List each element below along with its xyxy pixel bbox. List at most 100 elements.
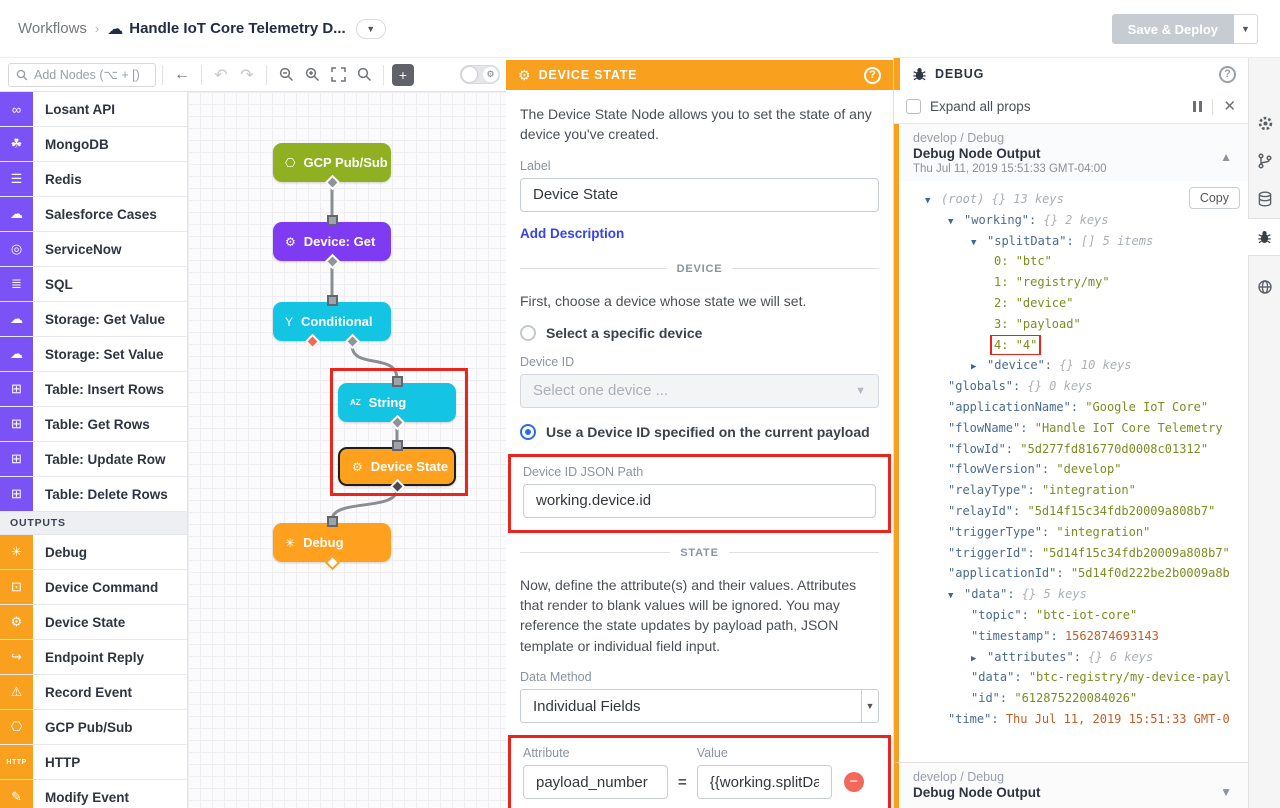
device-intro: First, choose a device whose state we wi… xyxy=(520,291,879,311)
help-icon[interactable]: ? xyxy=(1219,66,1236,83)
close-icon[interactable]: ✕ xyxy=(1223,99,1236,114)
data-method-label: Data Method xyxy=(520,670,879,684)
zoom-in-button[interactable] xyxy=(299,62,325,88)
redo-button[interactable]: ↷ xyxy=(234,62,260,88)
debug-controls-row: Expand all props ✕ xyxy=(894,90,1248,124)
bug-icon xyxy=(1257,230,1272,245)
breadcrumb-separator: › xyxy=(95,21,99,36)
device-id-json-path-input[interactable] xyxy=(523,484,876,518)
sidebar-item-table-update-row[interactable]: ⊞Table: Update Row xyxy=(0,442,187,477)
versions-tab[interactable] xyxy=(1249,142,1280,180)
input-port[interactable] xyxy=(392,440,403,451)
sql-icon: ≣ xyxy=(0,267,33,301)
debug-tab[interactable] xyxy=(1248,218,1280,256)
sidebar-item-servicenow[interactable]: ◎ServiceNow xyxy=(0,232,187,267)
sidebar-item-mongodb[interactable]: ☘MongoDB xyxy=(0,127,187,162)
sidebar-item-storage-set-value[interactable]: ☁Storage: Set Value xyxy=(0,337,187,372)
input-port[interactable] xyxy=(327,516,338,527)
sidebar-item-device-state[interactable]: ⚙Device State xyxy=(0,605,187,640)
json-tree-line[interactable]: ▼"splitData": [] 5 items xyxy=(899,231,1248,252)
save-deploy-button[interactable]: Save & Deploy xyxy=(1112,14,1234,44)
input-port[interactable] xyxy=(327,295,338,306)
expand-caret-icon[interactable]: ▼ xyxy=(1220,785,1232,799)
json-tree-line: "triggerId": "5d14f15c34fdb20009a808b7" xyxy=(899,543,1248,564)
expand-all-props-checkbox[interactable] xyxy=(906,99,921,114)
save-deploy-caret-button[interactable]: ▼ xyxy=(1234,14,1258,44)
expand-triangle-icon[interactable]: ▶ xyxy=(971,357,987,376)
value-label: Value xyxy=(697,746,832,760)
radio-selected-icon[interactable] xyxy=(520,424,536,440)
breadcrumb-workflows-link[interactable]: Workflows xyxy=(18,20,87,37)
collapse-triangle-icon[interactable]: ▼ xyxy=(925,191,941,210)
workflow-title: Handle IoT Core Telemetry D... xyxy=(129,20,345,37)
label-input[interactable] xyxy=(520,178,879,212)
sidebar-item-storage-get-value[interactable]: ☁Storage: Get Value xyxy=(0,302,187,337)
settings-tab[interactable] xyxy=(1249,104,1280,142)
sidebar-item-modify-event[interactable]: ✎Modify Event xyxy=(0,780,187,808)
json-tree-line[interactable]: ▼"working": {} 2 keys xyxy=(899,210,1248,231)
globe-tab[interactable] xyxy=(1249,268,1280,306)
workflow-menu-button[interactable]: ▼ xyxy=(356,19,386,39)
sidebar-item-table-delete-rows[interactable]: ⊞Table: Delete Rows xyxy=(0,477,187,512)
remove-attribute-button[interactable]: − xyxy=(844,772,864,792)
sidebar-item-redis[interactable]: ☰Redis xyxy=(0,162,187,197)
debug-mode-toggle[interactable]: ⚙ xyxy=(460,65,500,84)
search-icon xyxy=(16,69,28,81)
pause-icon[interactable] xyxy=(1193,101,1202,112)
json-tree-line: "topic": "btc-iot-core" xyxy=(899,605,1248,626)
zoom-out-button[interactable] xyxy=(273,62,299,88)
add-nodes-search-input[interactable]: Add Nodes (⌥ + [) xyxy=(8,63,156,87)
record-event-icon: ⚠ xyxy=(0,675,33,709)
sidebar-item-salesforce-cases[interactable]: ☁Salesforce Cases xyxy=(0,197,187,232)
input-port[interactable] xyxy=(327,215,338,226)
json-tree-line: "time": Thu Jul 11, 2019 15:51:33 GMT-0 xyxy=(899,709,1248,730)
device-section-divider: DEVICE xyxy=(520,263,879,275)
radio-device-id-payload[interactable]: Use a Device ID specified on the current… xyxy=(520,424,879,440)
sidebar-item-debug[interactable]: ✳Debug xyxy=(0,535,187,570)
debug-message-title: Debug Node Output xyxy=(913,146,1234,161)
json-tree-line[interactable]: ▶"attributes": {} 6 keys xyxy=(899,647,1248,668)
sidebar-item-record-event[interactable]: ⚠Record Event xyxy=(0,675,187,710)
collapse-triangle-icon[interactable]: ▼ xyxy=(948,212,964,231)
value-input[interactable] xyxy=(697,765,832,799)
connector-list: ∞Losant API☘MongoDB☰Redis☁Salesforce Cas… xyxy=(0,92,187,512)
sidebar-item-http[interactable]: HTTPHTTP xyxy=(0,745,187,780)
json-tree-line[interactable]: ▼"data": {} 5 keys xyxy=(899,584,1248,605)
storage-tab[interactable] xyxy=(1249,180,1280,218)
output-list: ✳Debug⊡Device Command⚙Device State↪Endpo… xyxy=(0,535,187,808)
undo-button[interactable]: ↶ xyxy=(208,62,234,88)
help-icon[interactable]: ? xyxy=(864,67,881,84)
workflow-canvas[interactable]: ⎔GCP Pub/Sub⚙Device: GetYConditionalAZSt… xyxy=(188,92,506,808)
find-node-button[interactable] xyxy=(351,62,377,88)
add-description-link[interactable]: Add Description xyxy=(520,226,624,241)
json-tree-line[interactable]: ▶"device": {} 10 keys xyxy=(899,355,1248,376)
sidebar-item-device-command[interactable]: ⊡Device Command xyxy=(0,570,187,605)
sidebar-item-label: Table: Get Rows xyxy=(33,407,150,441)
debug-message-collapsed[interactable]: develop / Debug Debug Node Output ▼ xyxy=(894,762,1248,808)
collapse-triangle-icon[interactable]: ▼ xyxy=(971,233,987,252)
radio-icon[interactable] xyxy=(520,325,536,341)
sidebar-item-label: Storage: Set Value xyxy=(33,337,164,371)
expand-triangle-icon[interactable]: ▶ xyxy=(971,649,987,668)
sidebar-item-sql[interactable]: ≣SQL xyxy=(0,267,187,302)
sidebar-item-endpoint-reply[interactable]: ↪Endpoint Reply xyxy=(0,640,187,675)
copy-button[interactable]: Copy xyxy=(1189,187,1240,209)
fit-to-screen-button[interactable] xyxy=(325,62,351,88)
sidebar-item-gcp-pub-sub[interactable]: ⎔GCP Pub/Sub xyxy=(0,710,187,745)
sidebar-item-losant-api[interactable]: ∞Losant API xyxy=(0,92,187,127)
sidebar-item-label: Device State xyxy=(33,605,125,639)
collapse-triangle-icon[interactable]: ▼ xyxy=(948,586,964,605)
data-method-select[interactable]: Individual Fields ▼ xyxy=(520,689,879,723)
attribute-input[interactable] xyxy=(523,765,668,799)
radio-select-specific-device[interactable]: Select a specific device xyxy=(520,325,879,341)
add-annotation-button[interactable]: + xyxy=(392,64,414,86)
debug-message-header[interactable]: develop / Debug Debug Node Output Thu Ju… xyxy=(899,124,1248,181)
sidebar-item-table-get-rows[interactable]: ⊞Table: Get Rows xyxy=(0,407,187,442)
collapse-palette-button[interactable]: ← xyxy=(169,62,195,88)
attribute-label: Attribute xyxy=(523,746,668,760)
string-node-icon: AZ xyxy=(350,398,361,407)
collapse-caret-icon[interactable]: ▲ xyxy=(1220,150,1232,164)
conditional-node[interactable]: YConditional xyxy=(273,302,391,341)
input-port[interactable] xyxy=(392,376,403,387)
sidebar-item-table-insert-rows[interactable]: ⊞Table: Insert Rows xyxy=(0,372,187,407)
